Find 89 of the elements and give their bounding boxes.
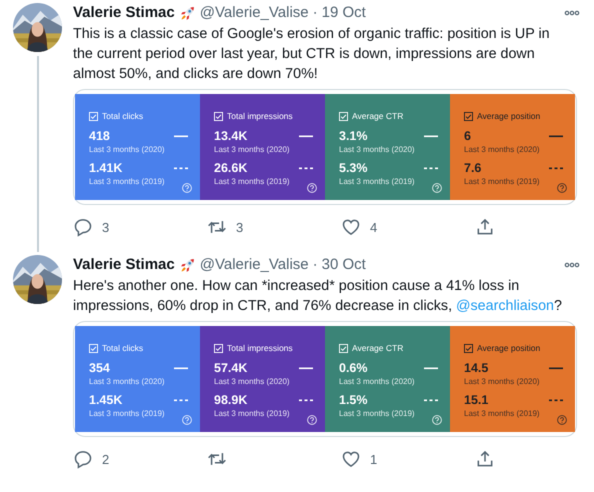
share-icon[interactable] <box>475 449 495 469</box>
dashed-line-icon <box>174 398 188 402</box>
period-label: Last 3 months (2020) <box>339 144 416 156</box>
metric-tile[interactable]: Average position 6 Last 3 months (2020) 7.6 Last 3 months (2019) <box>450 94 575 200</box>
heart-icon[interactable] <box>341 449 361 469</box>
solid-line-icon <box>424 134 438 138</box>
checkbox[interactable] <box>464 344 473 352</box>
metric-label: Average position <box>477 343 540 353</box>
dashed-line-icon <box>549 398 563 402</box>
metric-value: 7.6 <box>464 161 482 175</box>
dashed-line-icon <box>174 166 188 170</box>
solid-line-icon <box>549 366 563 370</box>
period-label: Last 3 months (2020) <box>214 144 291 156</box>
metric-label: Average CTR <box>352 111 404 121</box>
rocket-icon <box>178 4 196 22</box>
help-icon[interactable] <box>557 415 567 425</box>
solid-line-icon <box>549 134 563 138</box>
period-label: Last 3 months (2020) <box>89 376 166 388</box>
tweet-date[interactable]: 30 Oct <box>322 255 366 275</box>
checkbox[interactable] <box>464 112 473 120</box>
help-icon[interactable] <box>557 183 567 193</box>
metric-value: 57.4K <box>214 361 248 375</box>
solid-line-icon <box>174 134 188 138</box>
dashed-line-icon <box>424 398 438 402</box>
user-handle[interactable]: @Valerie_Valise <box>200 3 309 23</box>
metric-tile[interactable]: Average position 14.5 Last 3 months (2020) 15.1 Last 3 months (2019) <box>450 326 575 432</box>
period-label: Last 3 months (2020) <box>464 144 541 156</box>
action-count: 4 <box>370 220 378 234</box>
action-count: 3 <box>102 220 110 234</box>
metric-value: 1.5% <box>339 393 368 407</box>
share-icon[interactable] <box>475 217 495 237</box>
metric-label: Total impressions <box>227 111 293 121</box>
metrics-card[interactable] <box>73 321 577 437</box>
metric-label: Average position <box>477 111 540 121</box>
metric-value: 3.1% <box>339 129 368 143</box>
separator: · <box>312 255 318 275</box>
separator: · <box>312 3 318 23</box>
period-label: Last 3 months (2019) <box>464 176 540 188</box>
metrics-card[interactable] <box>73 89 577 205</box>
tweet-text: Here's another one. How can *increased* position cause a 41% loss in impressions, 60% drop in CTR, and 76% decrease in clicks, @searchliaison? <box>73 277 563 316</box>
solid-line-icon <box>299 134 313 138</box>
period-label: Last 3 months (2019) <box>339 408 415 420</box>
rocket-icon <box>178 256 196 274</box>
metric-value: 418 <box>89 129 110 143</box>
user-handle[interactable]: @Valerie_Valise <box>200 255 309 275</box>
metric-value: 1.45K <box>89 393 122 407</box>
more-icon[interactable] <box>564 10 580 16</box>
period-label: Last 3 months (2020) <box>464 376 541 388</box>
metric-value: 15.1 <box>464 393 488 407</box>
action-count: 3 <box>236 220 244 234</box>
author-name[interactable]: Valerie Stimac <box>73 3 175 23</box>
dashed-line-icon <box>549 166 563 170</box>
solid-line-icon <box>424 366 438 370</box>
metric-value: 5.3% <box>339 161 368 175</box>
action-count: 2 <box>102 452 110 466</box>
metric-value: 1.41K <box>89 161 122 175</box>
metric-value: 0.6% <box>339 361 368 375</box>
period-label: Last 3 months (2020) <box>89 144 166 156</box>
dashed-line-icon <box>424 166 438 170</box>
period-label: Last 3 months (2019) <box>214 176 290 188</box>
action-count: 1 <box>370 452 378 466</box>
period-label: Last 3 months (2019) <box>89 176 165 188</box>
tweet-date[interactable]: 19 Oct <box>322 3 366 23</box>
metric-label: Total impressions <box>227 343 293 353</box>
metric-value: 98.9K <box>214 393 248 407</box>
dashed-line-icon <box>299 398 313 402</box>
tweet-text: This is a classic case of Google's erosion of organic traffic: position is UP in the current period over last year, but CTR is down, impressions are down almost 50%, and clicks are down 70%! <box>73 25 551 84</box>
metric-value: 13.4K <box>214 129 248 143</box>
metric-value: 26.6K <box>214 161 248 175</box>
reply-icon[interactable] <box>73 449 93 469</box>
solid-line-icon <box>174 366 188 370</box>
dashed-line-icon <box>299 166 313 170</box>
metric-label: Total clicks <box>102 343 144 353</box>
metric-value: 14.5 <box>464 361 488 375</box>
period-label: Last 3 months (2020) <box>214 376 291 388</box>
period-label: Last 3 months (2020) <box>339 376 416 388</box>
metric-label: Average CTR <box>352 343 404 353</box>
reply-icon[interactable] <box>73 217 93 237</box>
metric-value: 6 <box>464 129 471 143</box>
period-label: Last 3 months (2019) <box>89 408 165 420</box>
period-label: Last 3 months (2019) <box>214 408 290 420</box>
author-name[interactable]: Valerie Stimac <box>73 255 175 275</box>
solid-line-icon <box>299 366 313 370</box>
heart-icon[interactable] <box>341 217 361 237</box>
metric-value: 354 <box>89 361 110 375</box>
period-label: Last 3 months (2019) <box>464 408 540 420</box>
metric-label: Total clicks <box>102 111 144 121</box>
period-label: Last 3 months (2019) <box>339 176 415 188</box>
more-icon[interactable] <box>564 262 580 268</box>
